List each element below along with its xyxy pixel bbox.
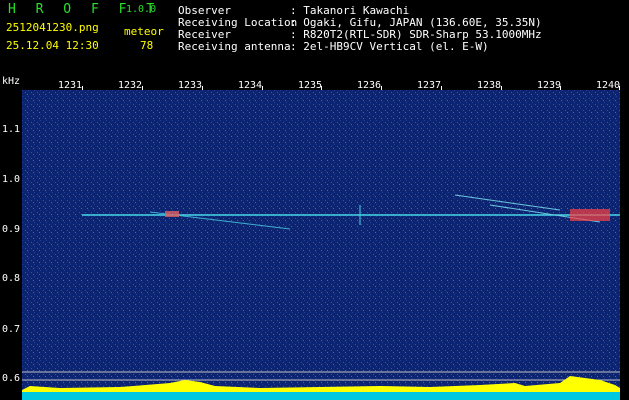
meteor-echo (570, 209, 610, 221)
meteor-echo (165, 211, 179, 217)
noise-texture (22, 90, 620, 396)
spectrogram-overlay (22, 90, 620, 400)
